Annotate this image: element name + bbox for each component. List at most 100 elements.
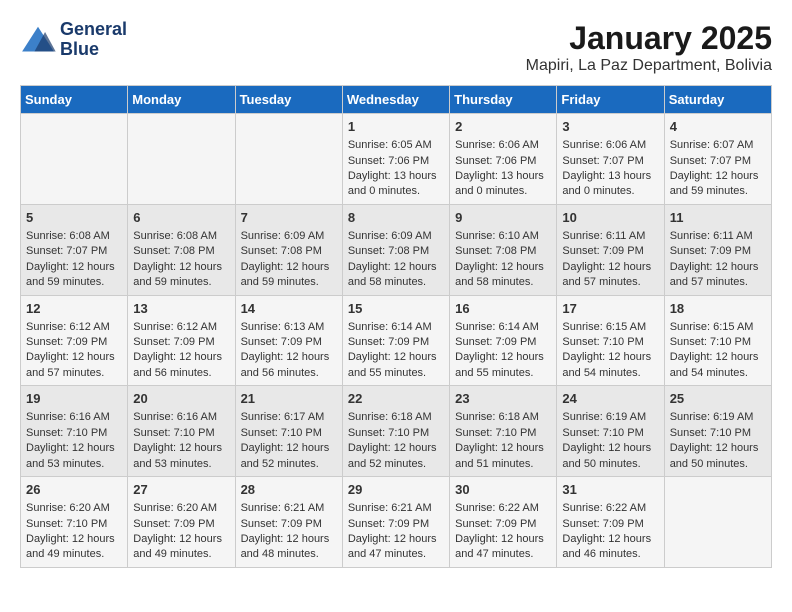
day-info: Sunset: 7:08 PM bbox=[241, 244, 337, 259]
day-info: and 0 minutes. bbox=[562, 184, 658, 199]
day-info: Daylight: 12 hours bbox=[670, 260, 766, 275]
day-info: Sunset: 7:08 PM bbox=[348, 244, 444, 259]
calendar-cell: 5Sunrise: 6:08 AMSunset: 7:07 PMDaylight… bbox=[21, 204, 128, 295]
day-number: 3 bbox=[562, 118, 658, 136]
day-number: 21 bbox=[241, 390, 337, 408]
day-number: 4 bbox=[670, 118, 766, 136]
day-info: Sunrise: 6:22 AM bbox=[455, 501, 551, 516]
day-info: and 50 minutes. bbox=[562, 457, 658, 472]
calendar-cell bbox=[664, 477, 771, 568]
calendar-cell bbox=[128, 114, 235, 205]
day-info: Daylight: 12 hours bbox=[670, 169, 766, 184]
day-number: 28 bbox=[241, 481, 337, 499]
day-info: and 59 minutes. bbox=[241, 275, 337, 290]
day-info: Sunrise: 6:22 AM bbox=[562, 501, 658, 516]
week-row-3: 12Sunrise: 6:12 AMSunset: 7:09 PMDayligh… bbox=[21, 295, 772, 386]
header-day-wednesday: Wednesday bbox=[342, 86, 449, 114]
day-info: Sunset: 7:09 PM bbox=[133, 335, 229, 350]
day-info: Sunrise: 6:06 AM bbox=[562, 138, 658, 153]
location: Mapiri, La Paz Department, Bolivia bbox=[526, 57, 772, 75]
day-info: Sunset: 7:09 PM bbox=[670, 244, 766, 259]
calendar-cell: 9Sunrise: 6:10 AMSunset: 7:08 PMDaylight… bbox=[450, 204, 557, 295]
day-info: and 53 minutes. bbox=[26, 457, 122, 472]
day-info: Sunrise: 6:12 AM bbox=[133, 320, 229, 335]
week-row-5: 26Sunrise: 6:20 AMSunset: 7:10 PMDayligh… bbox=[21, 477, 772, 568]
day-info: and 48 minutes. bbox=[241, 547, 337, 562]
day-info: Sunrise: 6:09 AM bbox=[241, 229, 337, 244]
calendar-cell: 16Sunrise: 6:14 AMSunset: 7:09 PMDayligh… bbox=[450, 295, 557, 386]
day-number: 11 bbox=[670, 209, 766, 227]
calendar-cell: 14Sunrise: 6:13 AMSunset: 7:09 PMDayligh… bbox=[235, 295, 342, 386]
day-info: Sunset: 7:09 PM bbox=[348, 335, 444, 350]
calendar-cell: 20Sunrise: 6:16 AMSunset: 7:10 PMDayligh… bbox=[128, 386, 235, 477]
day-info: Daylight: 12 hours bbox=[241, 532, 337, 547]
day-info: Daylight: 12 hours bbox=[133, 350, 229, 365]
day-info: Sunrise: 6:11 AM bbox=[562, 229, 658, 244]
day-info: Sunset: 7:10 PM bbox=[133, 426, 229, 441]
header-row: SundayMondayTuesdayWednesdayThursdayFrid… bbox=[21, 86, 772, 114]
day-number: 19 bbox=[26, 390, 122, 408]
day-info: Sunset: 7:10 PM bbox=[670, 335, 766, 350]
calendar-cell: 22Sunrise: 6:18 AMSunset: 7:10 PMDayligh… bbox=[342, 386, 449, 477]
title-area: January 2025 Mapiri, La Paz Department, … bbox=[526, 20, 772, 75]
month-title: January 2025 bbox=[526, 20, 772, 57]
day-info: and 59 minutes. bbox=[133, 275, 229, 290]
day-info: Sunrise: 6:21 AM bbox=[241, 501, 337, 516]
calendar-cell: 19Sunrise: 6:16 AMSunset: 7:10 PMDayligh… bbox=[21, 386, 128, 477]
day-info: Sunset: 7:07 PM bbox=[562, 154, 658, 169]
calendar-cell: 11 Sunrise: 6:11 AMSunset: 7:09 PMDayligh… bbox=[664, 204, 771, 295]
day-info: Sunrise: 6:16 AM bbox=[26, 410, 122, 425]
day-number: 13 bbox=[133, 300, 229, 318]
day-info: Sunrise: 6:09 AM bbox=[348, 229, 444, 244]
day-info: and 56 minutes. bbox=[133, 366, 229, 381]
day-number: 8 bbox=[348, 209, 444, 227]
calendar-cell: 1Sunrise: 6:05 AMSunset: 7:06 PMDaylight… bbox=[342, 114, 449, 205]
day-info: Sunset: 7:09 PM bbox=[26, 335, 122, 350]
calendar-cell: 12Sunrise: 6:12 AMSunset: 7:09 PMDayligh… bbox=[21, 295, 128, 386]
day-info: Sunset: 7:08 PM bbox=[133, 244, 229, 259]
day-number: 23 bbox=[455, 390, 551, 408]
day-info: and 59 minutes. bbox=[26, 275, 122, 290]
day-info: Daylight: 12 hours bbox=[241, 350, 337, 365]
day-number: 17 bbox=[562, 300, 658, 318]
day-number: 9 bbox=[455, 209, 551, 227]
calendar-cell: 25Sunrise: 6:19 AMSunset: 7:10 PMDayligh… bbox=[664, 386, 771, 477]
day-info: Sunrise: 6:20 AM bbox=[26, 501, 122, 516]
header-day-thursday: Thursday bbox=[450, 86, 557, 114]
day-number: 30 bbox=[455, 481, 551, 499]
day-info: Daylight: 12 hours bbox=[133, 532, 229, 547]
calendar-cell bbox=[235, 114, 342, 205]
day-info: Daylight: 12 hours bbox=[670, 350, 766, 365]
day-info: Sunset: 7:10 PM bbox=[562, 426, 658, 441]
day-info: and 46 minutes. bbox=[562, 547, 658, 562]
day-info: Sunrise: 6:13 AM bbox=[241, 320, 337, 335]
calendar-cell: 30Sunrise: 6:22 AMSunset: 7:09 PMDayligh… bbox=[450, 477, 557, 568]
calendar-cell: 23Sunrise: 6:18 AMSunset: 7:10 PMDayligh… bbox=[450, 386, 557, 477]
day-info: Sunrise: 6:15 AM bbox=[670, 320, 766, 335]
day-number: 1 bbox=[348, 118, 444, 136]
day-info: Daylight: 12 hours bbox=[562, 532, 658, 547]
calendar-cell bbox=[21, 114, 128, 205]
day-number: 26 bbox=[26, 481, 122, 499]
day-info: and 54 minutes. bbox=[670, 366, 766, 381]
calendar-table: SundayMondayTuesdayWednesdayThursdayFrid… bbox=[20, 85, 772, 568]
week-row-1: 1Sunrise: 6:05 AMSunset: 7:06 PMDaylight… bbox=[21, 114, 772, 205]
day-info: Sunrise: 6:11 AM bbox=[670, 229, 766, 244]
day-info: Sunrise: 6:05 AM bbox=[348, 138, 444, 153]
day-info: Sunset: 7:09 PM bbox=[241, 335, 337, 350]
calendar-body: 1Sunrise: 6:05 AMSunset: 7:06 PMDaylight… bbox=[21, 114, 772, 568]
day-number: 22 bbox=[348, 390, 444, 408]
day-info: and 49 minutes. bbox=[26, 547, 122, 562]
calendar-cell: 29Sunrise: 6:21 AMSunset: 7:09 PMDayligh… bbox=[342, 477, 449, 568]
day-info: Sunrise: 6:16 AM bbox=[133, 410, 229, 425]
day-info: Sunrise: 6:14 AM bbox=[455, 320, 551, 335]
calendar-header: SundayMondayTuesdayWednesdayThursdayFrid… bbox=[21, 86, 772, 114]
day-info: and 52 minutes. bbox=[348, 457, 444, 472]
day-info: and 47 minutes. bbox=[455, 547, 551, 562]
day-info: and 0 minutes. bbox=[455, 184, 551, 199]
day-number: 15 bbox=[348, 300, 444, 318]
day-info: Sunset: 7:09 PM bbox=[455, 335, 551, 350]
day-info: and 50 minutes. bbox=[670, 457, 766, 472]
calendar-cell: 8Sunrise: 6:09 AMSunset: 7:08 PMDaylight… bbox=[342, 204, 449, 295]
day-number: 31 bbox=[562, 481, 658, 499]
